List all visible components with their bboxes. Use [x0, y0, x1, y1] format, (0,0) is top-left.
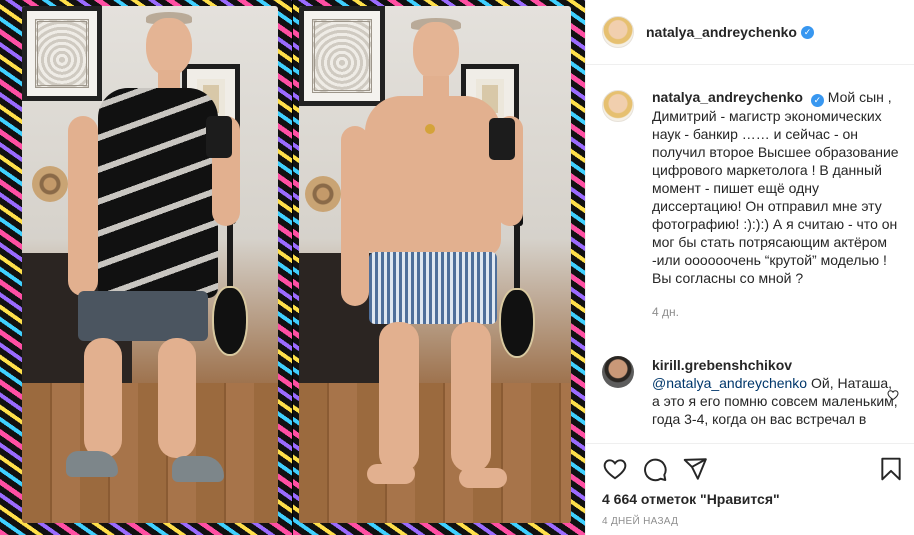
comment-username[interactable]: kirill.grebenshchikov — [652, 357, 792, 373]
comment-icon[interactable] — [642, 456, 670, 484]
photo-right — [299, 6, 571, 523]
post-header: natalya_andreychenko ✓ — [586, 0, 914, 65]
post-sidebar: natalya_andreychenko ✓ natalya_andreyche… — [585, 0, 914, 535]
comment-item: kirill.grebenshchikov @natalya_andreyche… — [602, 356, 914, 428]
bookmark-icon[interactable] — [878, 456, 906, 484]
avatar[interactable] — [602, 356, 634, 388]
caption: natalya_andreychenko ✓ Мой сын , Димитри… — [602, 88, 902, 321]
heart-icon[interactable] — [602, 456, 630, 484]
avatar[interactable] — [602, 90, 634, 122]
caption-text: Мой сын , Димитрий - магистр экономическ… — [652, 89, 899, 286]
photo-frame-right — [293, 0, 585, 535]
necklace-pendant — [425, 124, 435, 134]
post-image[interactable] — [0, 0, 585, 535]
post-actions-area: 4 664 отметок "Нравится" 4 ДНЕЙ НАЗАД — [586, 443, 914, 535]
comment-mention[interactable]: @natalya_andreychenko — [652, 375, 807, 391]
round-decoration — [305, 176, 341, 212]
sneaker — [172, 456, 224, 482]
person-right — [339, 6, 529, 523]
tank-top — [98, 88, 218, 298]
person-left — [62, 6, 242, 523]
likes-count[interactable]: 4 664 отметок "Нравится" — [602, 491, 780, 507]
header-username[interactable]: natalya_andreychenko — [646, 24, 797, 40]
instagram-post: natalya_andreychenko ✓ natalya_andreyche… — [0, 0, 914, 535]
photo-frame-left — [0, 0, 292, 535]
avatar[interactable] — [602, 16, 634, 48]
action-bar — [602, 456, 902, 484]
verified-badge-icon: ✓ — [800, 25, 814, 39]
phone — [206, 116, 232, 158]
post-date[interactable]: 4 ДНЕЙ НАЗАД — [602, 516, 678, 527]
shorts — [78, 291, 208, 341]
phone — [489, 118, 515, 160]
photo-left — [22, 6, 278, 523]
verified-badge-icon: ✓ — [810, 94, 824, 107]
comments-list[interactable]: natalya_andreychenko ✓ Мой сын , Димитри… — [586, 66, 914, 443]
caption-time[interactable]: 4 дн. — [652, 303, 900, 321]
share-icon[interactable] — [682, 456, 710, 484]
caption-username[interactable]: natalya_andreychenko — [652, 89, 803, 105]
striped-shorts — [369, 252, 497, 324]
comment-like-icon[interactable] — [887, 389, 899, 404]
torso — [365, 96, 501, 256]
sneaker — [66, 451, 118, 477]
